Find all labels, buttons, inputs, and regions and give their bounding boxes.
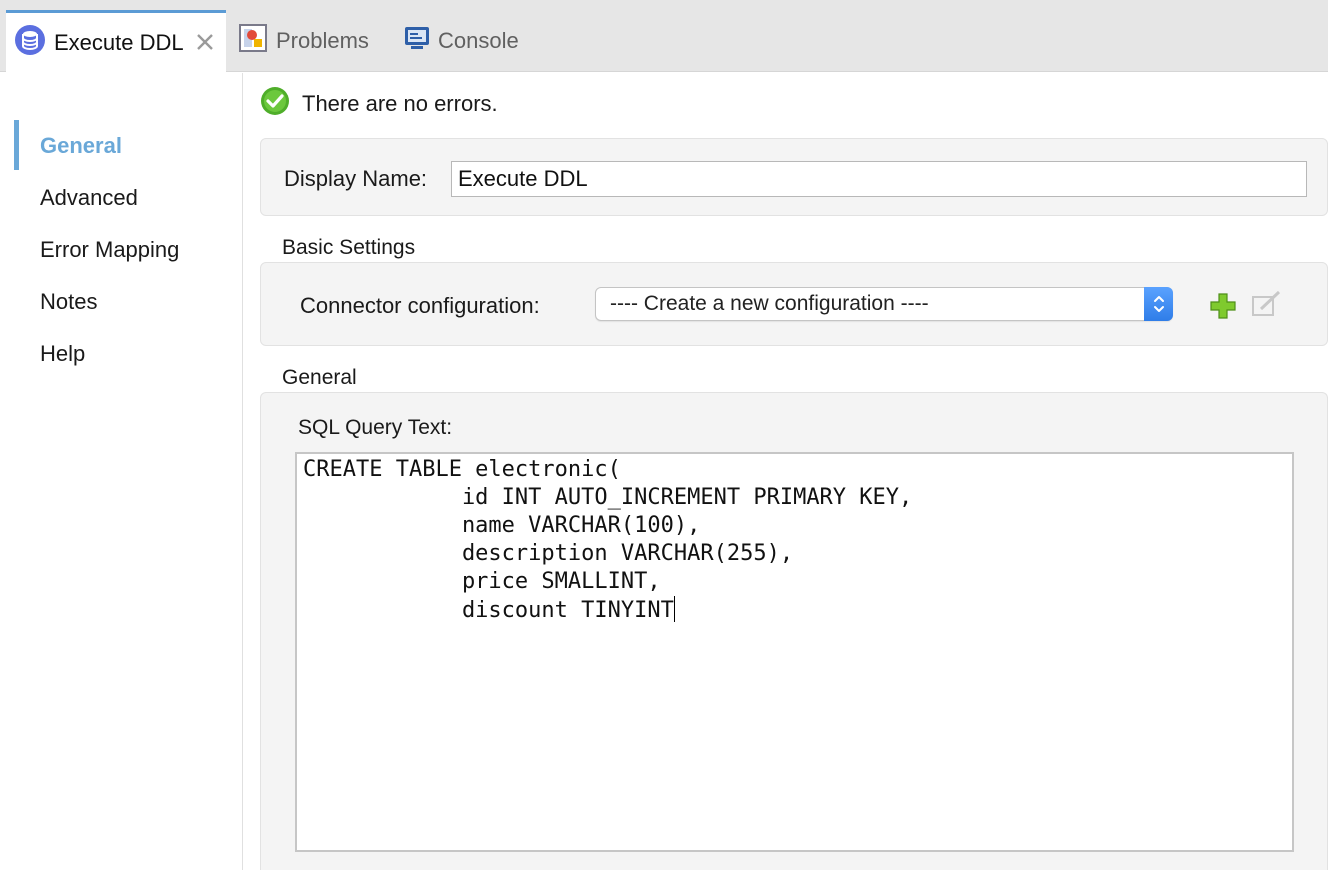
check-circle-icon	[260, 86, 290, 122]
text-caret	[673, 596, 675, 622]
connector-configuration-label: Connector configuration:	[300, 293, 540, 318]
sidebar-item-general[interactable]: General	[40, 131, 122, 161]
tab-label: Console	[438, 28, 519, 53]
chevron-up-down-icon	[1144, 287, 1173, 321]
basic-settings-title: Basic Settings	[282, 236, 416, 259]
add-configuration-button[interactable]	[1208, 292, 1238, 325]
general-section-title: General	[282, 366, 357, 389]
display-name-label: Display Name:	[284, 166, 428, 191]
properties-sidebar: General Advanced Error Mapping Notes Hel…	[0, 73, 243, 870]
display-name-input[interactable]	[451, 161, 1307, 197]
edit-configuration-button[interactable]	[1251, 289, 1283, 324]
database-icon	[14, 24, 46, 62]
sidebar-item-advanced[interactable]: Advanced	[40, 183, 138, 213]
tab-console[interactable]: Console	[404, 10, 519, 72]
sql-query-label: SQL Query Text:	[298, 416, 453, 439]
validation-status: There are no errors.	[260, 86, 498, 122]
sidebar-item-help[interactable]: Help	[40, 339, 85, 369]
connector-configuration-select[interactable]: ---- Create a new configuration ----	[595, 287, 1173, 321]
close-icon[interactable]	[194, 31, 216, 53]
sql-query-editor[interactable]: CREATE TABLE electronic( id INT AUTO_INC…	[295, 452, 1294, 852]
console-icon	[404, 25, 430, 57]
sidebar-item-error-mapping[interactable]: Error Mapping	[40, 235, 179, 265]
sidebar-item-notes[interactable]: Notes	[40, 287, 97, 317]
problems-icon	[238, 23, 268, 59]
tab-label: Execute DDL	[54, 30, 184, 55]
edit-icon	[1251, 289, 1283, 324]
editor-tab-bar: Execute DDL Problems Console	[0, 0, 1328, 73]
status-text: There are no errors.	[302, 91, 498, 116]
sql-query-text: CREATE TABLE electronic( id INT AUTO_INC…	[303, 457, 913, 623]
tab-label: Problems	[276, 28, 369, 53]
connector-configuration-value: ---- Create a new configuration ----	[610, 292, 929, 315]
tab-problems[interactable]: Problems	[238, 10, 369, 72]
plus-icon	[1209, 292, 1237, 325]
tab-execute-ddl[interactable]: Execute DDL	[6, 10, 226, 73]
active-nav-indicator	[14, 120, 19, 170]
